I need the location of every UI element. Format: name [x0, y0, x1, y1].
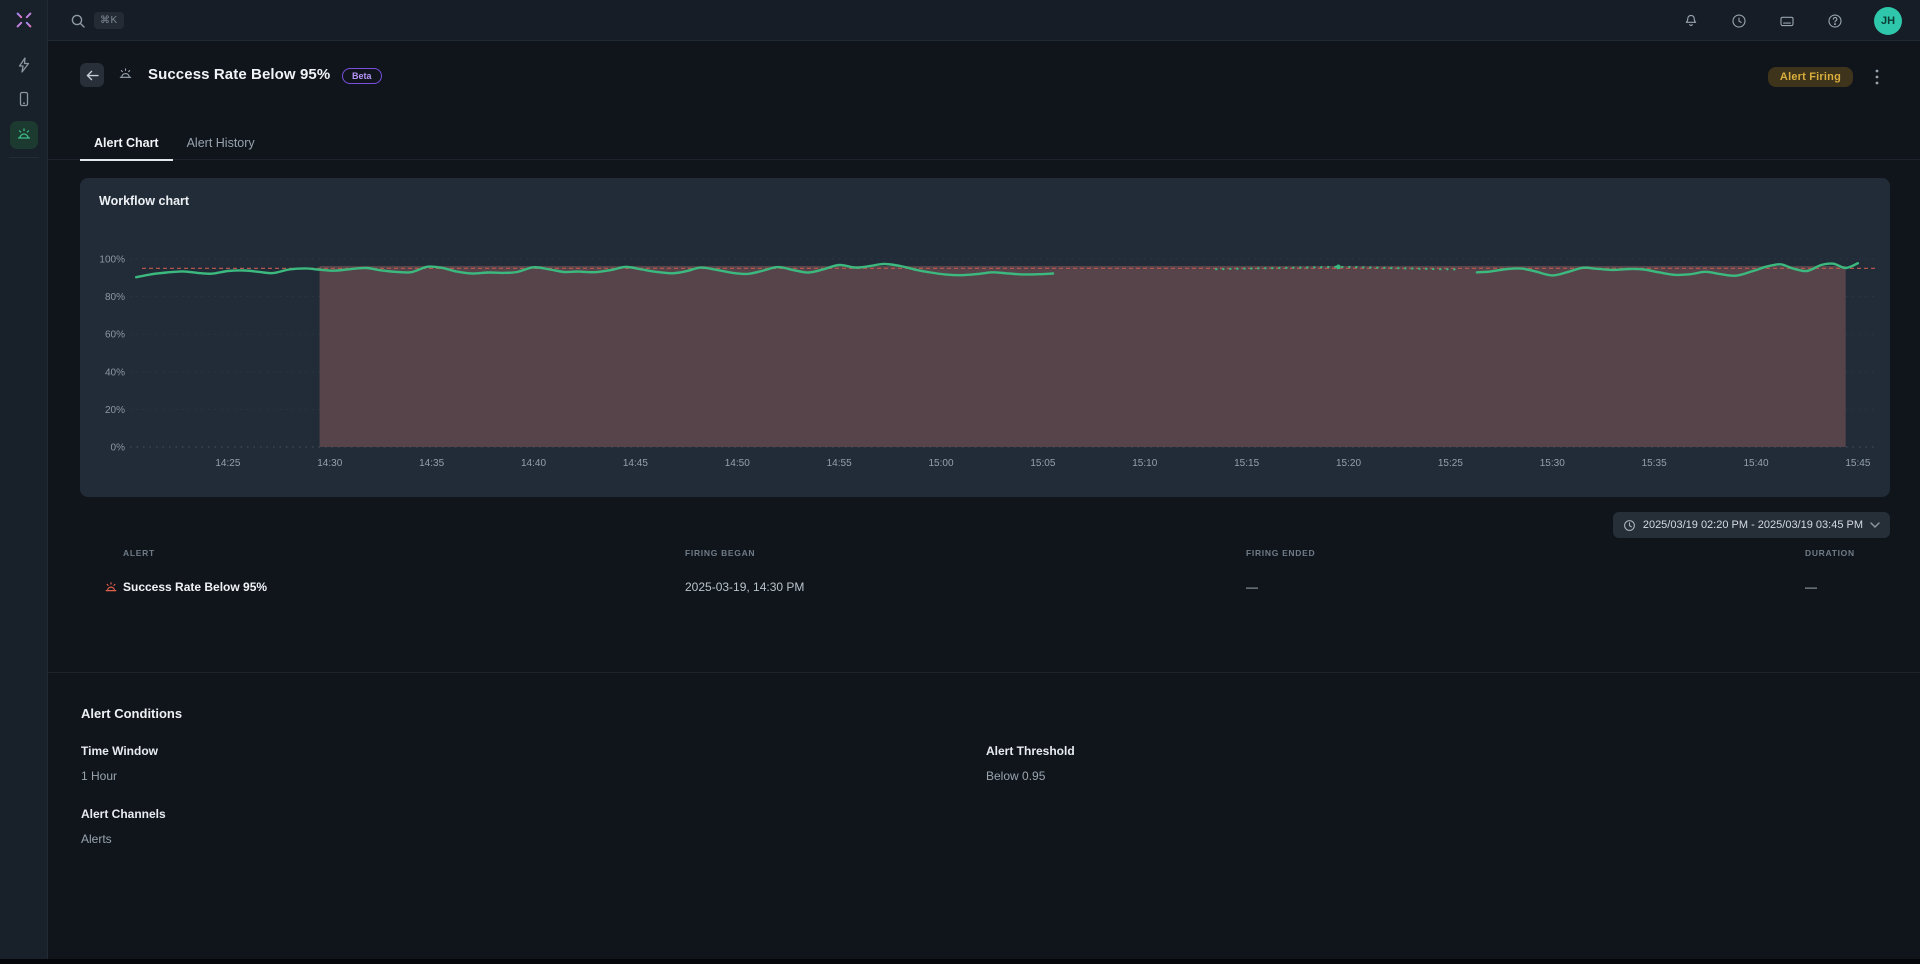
x-axis-label: 15:40: [1743, 458, 1768, 469]
back-button[interactable]: [80, 63, 104, 87]
tabbar: Alert Chart Alert History: [48, 126, 1920, 160]
page-header: Success Rate Below 95% Beta Alert Firing: [48, 41, 1920, 109]
x-axis-label: 14:55: [827, 458, 852, 469]
alarm-siren-icon: [16, 127, 32, 143]
sidebar: [0, 0, 48, 959]
y-axis-label: 20%: [105, 405, 125, 416]
data-point-marker: [1336, 264, 1341, 269]
cell-alert-name: Success Rate Below 95%: [123, 580, 685, 594]
x-axis-label: 15:20: [1336, 458, 1361, 469]
alert-channels-label: Alert Channels: [81, 807, 166, 821]
column-header-firing-ended: FIRING ENDED: [1246, 548, 1805, 558]
topbar-actions: JH: [1682, 0, 1902, 41]
main-content: Success Rate Below 95% Beta Alert Firing…: [48, 41, 1920, 959]
y-axis-label: 60%: [105, 330, 125, 341]
x-axis-label: 15:15: [1234, 458, 1259, 469]
chevron-down-icon: [1870, 522, 1880, 528]
cell-firing-ended: —: [1246, 580, 1805, 594]
workflow-chart-card: 0% 20% 40% 60% 80% 100% 14:25 14:30 14:35 14:40 14…: [80, 178, 1890, 497]
column-header-firing-began: FIRING BEGAN: [685, 548, 1246, 558]
search-icon: [70, 13, 86, 29]
history-clock-icon[interactable]: [1730, 12, 1748, 30]
x-axis-label: 14:35: [419, 458, 444, 469]
alert-threshold-value: Below 0.95: [986, 769, 1045, 783]
workflow-chart-plot[interactable]: 0% 20% 40% 60% 80% 100% 14:25 14:30 14:35 14:40 14…: [80, 178, 1890, 497]
table-header-row: ALERT FIRING BEGAN FIRING ENDED DURATION: [123, 548, 1913, 558]
time-range-picker[interactable]: 2025/03/19 02:20 PM - 2025/03/19 03:45 P…: [1613, 512, 1890, 538]
cell-duration: —: [1805, 580, 1913, 594]
column-header-duration: DURATION: [1805, 548, 1913, 558]
cell-firing-began: 2025-03-19, 14:30 PM: [685, 580, 1246, 594]
time-window-value: 1 Hour: [81, 769, 117, 783]
y-axis-label: 40%: [105, 367, 125, 378]
mobile-device-icon: [16, 91, 32, 107]
y-axis-label: 80%: [105, 292, 125, 303]
time-window-label: Time Window: [81, 744, 158, 758]
user-avatar[interactable]: JH: [1874, 7, 1902, 35]
lightning-icon: [16, 57, 32, 73]
section-divider: [48, 672, 1920, 673]
topbar: ⌘K JH: [48, 0, 1920, 41]
x-axis-label: 15:25: [1438, 458, 1463, 469]
y-axis-label: 0%: [111, 443, 126, 454]
keyboard-icon[interactable]: [1778, 12, 1796, 30]
x-axis-label: 15:45: [1845, 458, 1870, 469]
alert-firing-status-badge: Alert Firing: [1768, 67, 1853, 87]
alarm-siren-icon: [118, 67, 133, 87]
alert-siren-icon: [104, 581, 118, 600]
x-axis-label: 14:25: [215, 458, 240, 469]
alert-firing-region: [320, 266, 1846, 447]
alerts-table: ALERT FIRING BEGAN FIRING ENDED DURATION…: [123, 548, 1913, 594]
kebab-menu-icon: [1875, 69, 1879, 85]
x-axis-label: 14:40: [521, 458, 546, 469]
starburst-icon: [15, 11, 33, 29]
sidebar-item-apps[interactable]: [16, 91, 32, 107]
x-axis-label: 14:45: [623, 458, 648, 469]
y-axis-label: 100%: [99, 255, 125, 266]
x-axis-label: 15:10: [1132, 458, 1157, 469]
x-axis-label: 15:35: [1642, 458, 1667, 469]
x-axis-label: 14:30: [317, 458, 342, 469]
alert-channels-value: Alerts: [81, 832, 112, 846]
alert-threshold-label: Alert Threshold: [986, 744, 1075, 758]
search-button[interactable]: ⌘K: [70, 0, 124, 41]
sidebar-divider: [9, 157, 39, 158]
chart-title: Workflow chart: [99, 194, 189, 208]
help-icon[interactable]: [1826, 12, 1844, 30]
tab-alert-history[interactable]: Alert History: [173, 126, 269, 160]
more-options-button[interactable]: [1867, 66, 1887, 88]
x-axis-label: 15:05: [1030, 458, 1055, 469]
sidebar-item-alerts-active[interactable]: [10, 121, 38, 149]
time-range-label: 2025/03/19 02:20 PM - 2025/03/19 03:45 P…: [1643, 519, 1863, 531]
app-window: ⌘K JH: [0, 0, 1920, 959]
x-axis-label: 15:00: [928, 458, 953, 469]
search-shortcut-chip: ⌘K: [94, 12, 124, 29]
x-axis-label: 15:30: [1540, 458, 1565, 469]
arrow-left-icon: [86, 70, 99, 81]
page-title: Success Rate Below 95%: [148, 66, 330, 83]
sidebar-item-functions[interactable]: [16, 57, 32, 73]
table-row[interactable]: Success Rate Below 95% 2025-03-19, 14:30…: [123, 580, 1913, 594]
bottom-strip: [0, 959, 1920, 964]
app-logo[interactable]: [13, 9, 35, 31]
x-axis-label: 14:50: [725, 458, 750, 469]
tab-alert-chart[interactable]: Alert Chart: [80, 126, 173, 160]
clock-icon: [1623, 519, 1636, 532]
alert-conditions-heading: Alert Conditions: [81, 706, 182, 721]
beta-badge: Beta: [342, 68, 382, 84]
column-header-alert: ALERT: [123, 548, 685, 558]
notifications-bell-icon[interactable]: [1682, 12, 1700, 30]
